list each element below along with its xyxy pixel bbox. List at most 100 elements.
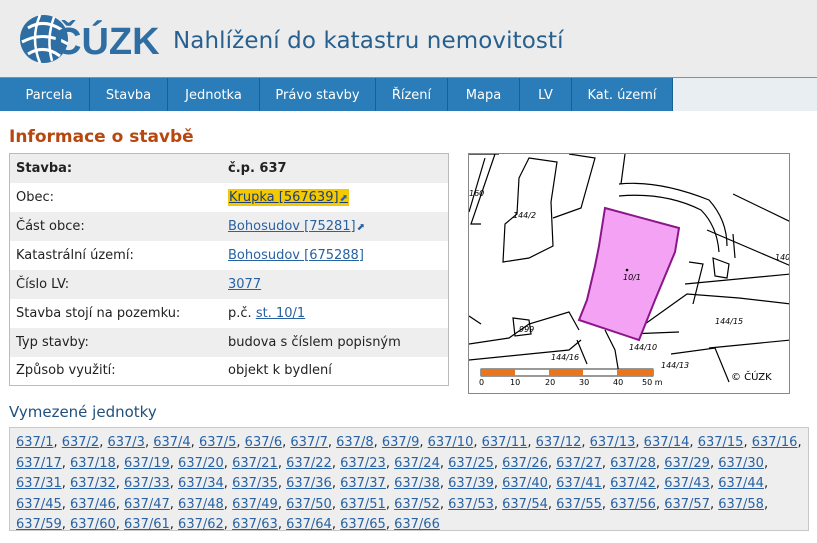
unit-link[interactable]: 637/48 bbox=[178, 497, 224, 512]
map-drawing: 160 144/2 10/1 140/ 999 144/15 144/16 14… bbox=[469, 154, 790, 387]
unit-link[interactable]: 637/41 bbox=[556, 476, 602, 491]
row-key: Katastrální území: bbox=[16, 247, 134, 263]
unit-link[interactable]: 637/47 bbox=[124, 497, 170, 512]
unit-link[interactable]: 637/5 bbox=[199, 435, 236, 450]
unit-link[interactable]: 637/13 bbox=[590, 435, 636, 450]
nav-jednotka[interactable]: Jednotka bbox=[168, 78, 260, 111]
unit-link[interactable]: 637/38 bbox=[394, 476, 440, 491]
unit-link[interactable]: 637/32 bbox=[70, 476, 116, 491]
unit-link[interactable]: 637/66 bbox=[394, 517, 440, 532]
unit-link[interactable]: 637/51 bbox=[340, 497, 386, 512]
unit-link[interactable]: 637/24 bbox=[394, 456, 440, 471]
lv-link[interactable]: 3077 bbox=[228, 277, 261, 292]
scale-label: 20 bbox=[545, 378, 555, 387]
unit-link[interactable]: 637/22 bbox=[286, 456, 332, 471]
unit-link[interactable]: 637/12 bbox=[536, 435, 582, 450]
unit-link[interactable]: 637/4 bbox=[153, 435, 190, 450]
unit-link[interactable]: 637/20 bbox=[178, 456, 224, 471]
unit-link[interactable]: 637/50 bbox=[286, 497, 332, 512]
table-row: Číslo LV: 3077 bbox=[9, 269, 449, 299]
unit-link[interactable]: 637/9 bbox=[382, 435, 419, 450]
unit-link[interactable]: 637/19 bbox=[124, 456, 170, 471]
nav-stavba[interactable]: Stavba bbox=[90, 78, 168, 111]
unit-link[interactable]: 637/46 bbox=[70, 497, 116, 512]
unit-link[interactable]: 637/25 bbox=[448, 456, 494, 471]
cast-obce-link[interactable]: Bohosudov [75281] bbox=[228, 219, 356, 234]
unit-link[interactable]: 637/44 bbox=[718, 476, 764, 491]
unit-link[interactable]: 637/31 bbox=[16, 476, 62, 491]
app-title: Nahlížení do katastru nemovitostí bbox=[173, 28, 564, 54]
unit-link[interactable]: 637/40 bbox=[502, 476, 548, 491]
unit-link[interactable]: 637/14 bbox=[644, 435, 690, 450]
unit-link[interactable]: 637/53 bbox=[448, 497, 494, 512]
unit-link[interactable]: 637/1 bbox=[16, 435, 53, 450]
parcel-label: 144/16 bbox=[551, 353, 579, 362]
unit-link[interactable]: 637/57 bbox=[664, 497, 710, 512]
unit-link[interactable]: 637/29 bbox=[664, 456, 710, 471]
nav-pravo-stavby[interactable]: Právo stavby bbox=[260, 78, 376, 111]
parcel-link[interactable]: st. 10/1 bbox=[256, 306, 305, 321]
unit-link[interactable]: 637/16 bbox=[752, 435, 798, 450]
unit-link[interactable]: 637/52 bbox=[394, 497, 440, 512]
unit-link[interactable]: 637/39 bbox=[448, 476, 494, 491]
nav-parcela[interactable]: Parcela bbox=[9, 78, 90, 111]
table-row: Způsob využití: objekt k bydlení bbox=[9, 356, 449, 386]
unit-link[interactable]: 637/15 bbox=[698, 435, 744, 450]
section-title: Informace o stavbě bbox=[9, 127, 194, 147]
row-value: 3077 bbox=[222, 270, 448, 299]
unit-link[interactable]: 637/60 bbox=[70, 517, 116, 532]
nav-rizeni[interactable]: Řízení bbox=[376, 78, 448, 111]
row-value: č.p. 637 bbox=[228, 160, 287, 176]
nav-lv[interactable]: LV bbox=[520, 78, 572, 111]
row-value: objekt k bydlení bbox=[228, 363, 332, 379]
cadastral-map[interactable]: 160 144/2 10/1 140/ 999 144/15 144/16 14… bbox=[468, 153, 790, 394]
unit-link[interactable]: 637/61 bbox=[124, 517, 170, 532]
table-row: Katastrální území: Bohosudov [675288] bbox=[9, 240, 449, 270]
unit-link[interactable]: 637/30 bbox=[718, 456, 764, 471]
unit-link[interactable]: 637/8 bbox=[336, 435, 373, 450]
nav-mapa[interactable]: Mapa bbox=[448, 78, 520, 111]
obec-link[interactable]: Krupka [567639]⬈ bbox=[228, 188, 349, 206]
unit-link[interactable]: 637/11 bbox=[482, 435, 528, 450]
unit-link[interactable]: 637/62 bbox=[178, 517, 224, 532]
row-key: Stavba: bbox=[16, 160, 73, 176]
unit-link[interactable]: 637/56 bbox=[610, 497, 656, 512]
unit-link[interactable]: 637/58 bbox=[718, 497, 764, 512]
unit-link[interactable]: 637/17 bbox=[16, 456, 62, 471]
unit-link[interactable]: 637/18 bbox=[70, 456, 116, 471]
kat-uzemi-link[interactable]: Bohosudov [675288] bbox=[228, 248, 364, 263]
unit-link[interactable]: 637/7 bbox=[290, 435, 327, 450]
unit-link[interactable]: 637/35 bbox=[232, 476, 278, 491]
unit-link[interactable]: 637/37 bbox=[340, 476, 386, 491]
row-value: Bohosudov [675288] bbox=[222, 241, 448, 270]
unit-link[interactable]: 637/64 bbox=[286, 517, 332, 532]
unit-link[interactable]: 637/21 bbox=[232, 456, 278, 471]
unit-link[interactable]: 637/6 bbox=[245, 435, 282, 450]
unit-link[interactable]: 637/36 bbox=[286, 476, 332, 491]
unit-link[interactable]: 637/59 bbox=[16, 517, 62, 532]
unit-link[interactable]: 637/45 bbox=[16, 497, 62, 512]
unit-link[interactable]: 637/3 bbox=[107, 435, 144, 450]
unit-link[interactable]: 637/49 bbox=[232, 497, 278, 512]
scale-label: 40 bbox=[613, 378, 623, 387]
parcel-label: 140/ bbox=[775, 253, 790, 262]
unit-link[interactable]: 637/42 bbox=[610, 476, 656, 491]
unit-link[interactable]: 637/23 bbox=[340, 456, 386, 471]
unit-link[interactable]: 637/34 bbox=[178, 476, 224, 491]
unit-link[interactable]: 637/43 bbox=[664, 476, 710, 491]
parcel-prefix: p.č. bbox=[228, 305, 256, 321]
cuzk-logo[interactable]: ČÚZK bbox=[14, 8, 164, 70]
unit-link[interactable]: 637/63 bbox=[232, 517, 278, 532]
unit-link[interactable]: 637/54 bbox=[502, 497, 548, 512]
nav-kat-uzemi[interactable]: Kat. území bbox=[572, 78, 673, 111]
unit-link[interactable]: 637/26 bbox=[502, 456, 548, 471]
row-value: p.č. st. 10/1 bbox=[222, 299, 448, 328]
table-row: Typ stavby: budova s číslem popisným bbox=[9, 327, 449, 357]
unit-link[interactable]: 637/33 bbox=[124, 476, 170, 491]
unit-link[interactable]: 637/2 bbox=[62, 435, 99, 450]
unit-link[interactable]: 637/28 bbox=[610, 456, 656, 471]
unit-link[interactable]: 637/10 bbox=[428, 435, 474, 450]
unit-link[interactable]: 637/55 bbox=[556, 497, 602, 512]
unit-link[interactable]: 637/27 bbox=[556, 456, 602, 471]
unit-link[interactable]: 637/65 bbox=[340, 517, 386, 532]
